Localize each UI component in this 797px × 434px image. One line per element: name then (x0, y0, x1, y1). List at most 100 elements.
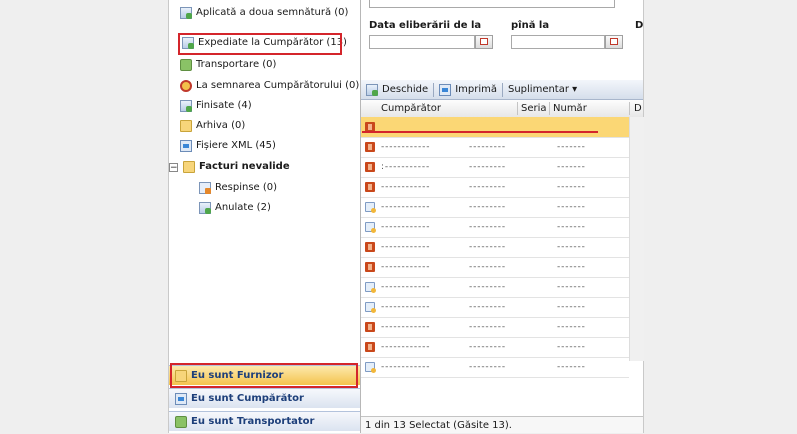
table-cell: - - - - - - - (557, 222, 585, 232)
app-window: Aplicată a doua semnătură (0) Expediate … (168, 0, 644, 433)
table-cell: - - - - - - - (557, 162, 585, 172)
date-to-label: pînă la (511, 20, 550, 31)
table-cell: - - - - - - - (557, 342, 585, 352)
pdf-invoice-icon (365, 242, 375, 252)
highlight-selected-row (362, 118, 598, 133)
table-cell: - - - - - - - - - (469, 342, 505, 352)
date-to-input[interactable] (511, 35, 605, 49)
table-cell: - - - - - - - (557, 302, 585, 312)
highlight-furnizor (170, 363, 358, 388)
table-row[interactable]: - - - - - - - - - - - -- - - - - - - - -… (361, 217, 629, 238)
table-row[interactable]: - - - - - - - - - - - -- - - - - - - - -… (361, 317, 629, 338)
pdf-invoice-icon (365, 142, 375, 152)
table-cell: - - - - - - - - - (469, 222, 505, 232)
tree-item-finisate[interactable]: Finisate (4) (180, 97, 252, 115)
table-row[interactable]: - - - - - - - - - - - -- - - - - - - - -… (361, 297, 629, 318)
col-divider (549, 102, 550, 115)
table-cell: - - - - - - - - - (469, 142, 505, 152)
table-row[interactable]: - - - - - - - - - - - -- - - - - - - - -… (361, 197, 629, 218)
xml-file-icon (180, 140, 192, 152)
table-cell: - - - - - - - (557, 262, 585, 272)
table-cell: - - - - - - - - - (469, 322, 505, 332)
pdf-invoice-icon (365, 182, 375, 192)
table-row[interactable]: - - - - - - - - - - - -- - - - - - - - -… (361, 277, 629, 298)
doc-invoice-icon (365, 282, 376, 293)
tree-item-fisiere-xml[interactable]: Fișiere XML (45) (180, 137, 276, 155)
col-divider (629, 102, 630, 115)
tree-item-respinse[interactable]: Respinse (0) (199, 179, 277, 197)
tree-item-transportare[interactable]: Transportare (0) (180, 56, 276, 74)
table-cell: - - - - - - - - - (469, 242, 505, 252)
highlight-expediate (178, 33, 342, 55)
table-cell: - - - - - - - - - (469, 362, 505, 372)
transporter-icon (175, 415, 187, 428)
cut-off-label: D (635, 20, 644, 31)
table-cell: - - - - - - - (557, 202, 585, 212)
tree-item-arhiva[interactable]: Arhiva (0) (180, 117, 245, 135)
table-cell: - - - - - - - - - (469, 202, 505, 212)
table-row[interactable]: - - - - - - - - - - - -- - - - - - - - -… (361, 137, 629, 158)
doc-cancelled-icon (199, 202, 211, 214)
vertical-scrollbar[interactable] (629, 117, 644, 361)
open-button[interactable]: Deschide (361, 81, 433, 98)
main-panel: Data eliberării de la pînă la D Deschide… (361, 0, 644, 433)
table-row[interactable]: - - - - - - - - - - - -- - - - - - - - -… (361, 337, 629, 358)
buyer-icon (175, 392, 187, 405)
tree-item-la-semnarea[interactable]: La semnarea Cumpărătorului (0) (180, 77, 359, 95)
tree-item-facturi-nevalide[interactable]: − Facturi nevalide (169, 158, 290, 176)
date-from-label: Data eliberării de la (369, 20, 482, 31)
toolbar: Deschide Imprimă Suplimentar ▾ (361, 80, 643, 100)
folder-icon (180, 120, 192, 132)
tree-item-anulate[interactable]: Anulate (2) (199, 199, 271, 217)
table-row[interactable]: - - - - - - - - - - - -- - - - - - - - -… (361, 357, 629, 378)
pdf-invoice-icon (365, 162, 375, 172)
table-cell: - - - - - - - (557, 322, 585, 332)
doc-rejected-icon (199, 182, 211, 194)
col-header-seria[interactable]: Seria (521, 100, 547, 117)
table-cell: - - - - - - - - - (469, 162, 505, 172)
seal-icon (180, 80, 192, 92)
col-header-d[interactable]: D (634, 100, 642, 117)
collapse-toggle[interactable]: − (169, 162, 178, 172)
folder-open-icon (183, 161, 195, 173)
table-cell: - - - - - - - (557, 142, 585, 152)
status-bar: 1 din 13 Selectat (Găsite 13). (361, 416, 643, 433)
top-filter-input[interactable] (369, 0, 615, 8)
grid-header: Cumpărător Seria Număr D (361, 100, 643, 118)
table-cell: - - - - - - - (557, 242, 585, 252)
col-header-cumparator[interactable]: Cumpărător (381, 100, 441, 117)
table-row[interactable]: : - - - - - - - - - - -- - - - - - - - -… (361, 157, 629, 178)
sidebar: Aplicată a doua semnătură (0) Expediate … (169, 0, 361, 433)
pdf-invoice-icon (365, 322, 375, 332)
doc-invoice-icon (365, 202, 376, 213)
calendar-to-icon[interactable] (605, 35, 623, 49)
print-icon (439, 83, 452, 96)
table-cell: - - - - - - - (557, 182, 585, 192)
open-icon (366, 83, 378, 96)
accordion-cumparator[interactable]: Eu sunt Cumpărător (169, 388, 360, 408)
table-cell: - - - - - - - (557, 282, 585, 292)
table-cell: - - - - - - - (557, 362, 585, 372)
pdf-invoice-icon (365, 342, 375, 352)
calendar-from-icon[interactable] (475, 35, 493, 49)
print-button[interactable]: Imprimă (434, 81, 502, 98)
table-cell: - - - - - - - - - (469, 182, 505, 192)
table-row[interactable]: - - - - - - - - - - - -- - - - - - - - -… (361, 237, 629, 258)
filter-panel: Data eliberării de la pînă la D (361, 0, 643, 78)
table-row[interactable]: - - - - - - - - - - - -- - - - - - - - -… (361, 257, 629, 278)
col-header-numar[interactable]: Număr (553, 100, 587, 117)
doc-invoice-icon (365, 222, 376, 233)
doc-sign-icon (180, 7, 192, 19)
doc-invoice-icon (365, 302, 376, 313)
truck-icon (180, 59, 192, 71)
table-cell: - - - - - - - - - (469, 302, 505, 312)
tree-item-aplicata[interactable]: Aplicată a doua semnătură (0) (180, 4, 348, 22)
date-from-input[interactable] (369, 35, 475, 49)
table-row[interactable]: - - - - - - - - - - - -- - - - - - - - -… (361, 177, 629, 198)
doc-done-icon (180, 100, 192, 112)
doc-invoice-icon (365, 362, 376, 373)
table-cell: - - - - - - - - - (469, 282, 505, 292)
table-cell: - - - - - - - - - (469, 262, 505, 272)
accordion-transportator[interactable]: Eu sunt Transportator (169, 411, 360, 431)
more-menu-button[interactable]: Suplimentar ▾ (503, 81, 582, 98)
